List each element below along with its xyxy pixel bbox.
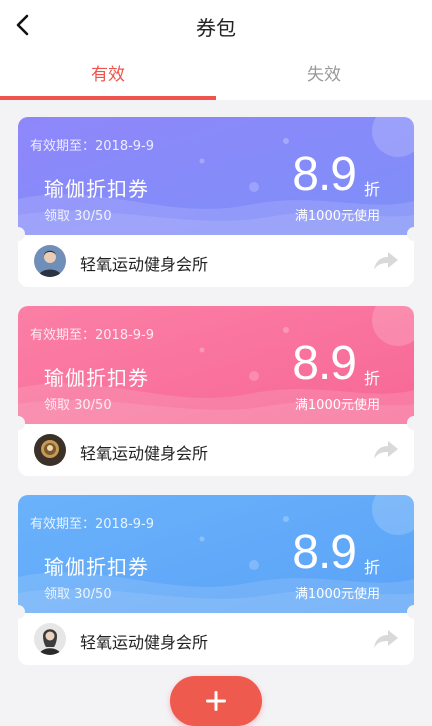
share-button[interactable]: [372, 247, 400, 275]
coupon-header: 有效期至：2018-9-9 瑜伽折扣券 领取 30/50 8.9 折 满1000…: [18, 117, 414, 235]
coupon-condition: 满1000元使用: [294, 398, 380, 413]
tab-valid[interactable]: 有效: [0, 50, 216, 100]
coupon-expiry: 有效期至：2018-9-9: [30, 328, 155, 343]
coupon-discount: 8.9: [292, 148, 357, 201]
share-arrow-icon: [374, 441, 398, 459]
coupon-notch: [11, 227, 25, 241]
add-coupon-button[interactable]: [170, 676, 262, 726]
coupon-footer: [18, 613, 414, 665]
tab-bar: 有效 失效: [0, 50, 432, 100]
coupon-expiry: 有效期至：2018-9-9: [30, 517, 155, 532]
share-button[interactable]: [372, 625, 400, 653]
coupon-discount: 8.9: [292, 337, 357, 390]
coupon-discount-unit: 折: [363, 558, 380, 577]
coupon-expiry: 有效期至：2018-9-9: [30, 139, 155, 154]
coupon-discount-unit: 折: [363, 180, 380, 199]
tab-expired[interactable]: 失效: [216, 50, 432, 100]
share-button[interactable]: [372, 436, 400, 464]
plus-icon: [206, 691, 226, 711]
coupon-notch: [407, 416, 421, 430]
header-bar: 券包: [0, 0, 432, 50]
page-title: 券包: [196, 16, 236, 40]
coupon-condition: 满1000元使用: [294, 209, 380, 224]
coupon-notch: [11, 605, 25, 619]
coupon-footer: [18, 235, 414, 287]
coupon-discount: 8.9: [292, 526, 357, 579]
active-tab-indicator: [0, 96, 216, 100]
share-arrow-icon: [374, 630, 398, 648]
gym-avatar: [34, 434, 66, 466]
gym-avatar: [34, 245, 66, 277]
gym-avatar: [34, 623, 66, 655]
coupon-title: 瑜伽折扣券: [44, 555, 149, 579]
coupon-title: 瑜伽折扣券: [44, 366, 149, 390]
coupon-header: 有效期至：2018-9-9 瑜伽折扣券 领取 30/50 8.9 折 满1000…: [18, 306, 414, 424]
coupon-condition: 满1000元使用: [294, 587, 380, 602]
coupon-header: 有效期至：2018-9-9 瑜伽折扣券 领取 30/50 8.9 折 满1000…: [18, 495, 414, 613]
coupon-card[interactable]: 有效期至：2018-9-9 瑜伽折扣券 领取 30/50 8.9 折 满1000…: [11, 117, 421, 287]
coupon-claim-count: 领取 30/50: [44, 587, 112, 602]
coupon-discount-unit: 折: [363, 369, 380, 388]
coupon-card[interactable]: 有效期至：2018-9-9 瑜伽折扣券 领取 30/50 8.9 折 满1000…: [11, 306, 421, 476]
coupon-footer: [18, 424, 414, 476]
coupon-claim-count: 领取 30/50: [44, 398, 112, 413]
coupon-notch: [407, 227, 421, 241]
coupon-notch: [407, 605, 421, 619]
gym-name: 轻氧运动健身会所: [80, 633, 209, 652]
coupon-notch: [11, 416, 25, 430]
coupon-card[interactable]: 有效期至：2018-9-9 瑜伽折扣券 领取 30/50 8.9 折 满1000…: [11, 495, 421, 665]
gym-name: 轻氧运动健身会所: [80, 444, 209, 463]
share-arrow-icon: [374, 252, 398, 270]
coupon-claim-count: 领取 30/50: [44, 209, 112, 224]
gym-name: 轻氧运动健身会所: [80, 255, 209, 274]
coupon-title: 瑜伽折扣券: [44, 177, 149, 201]
